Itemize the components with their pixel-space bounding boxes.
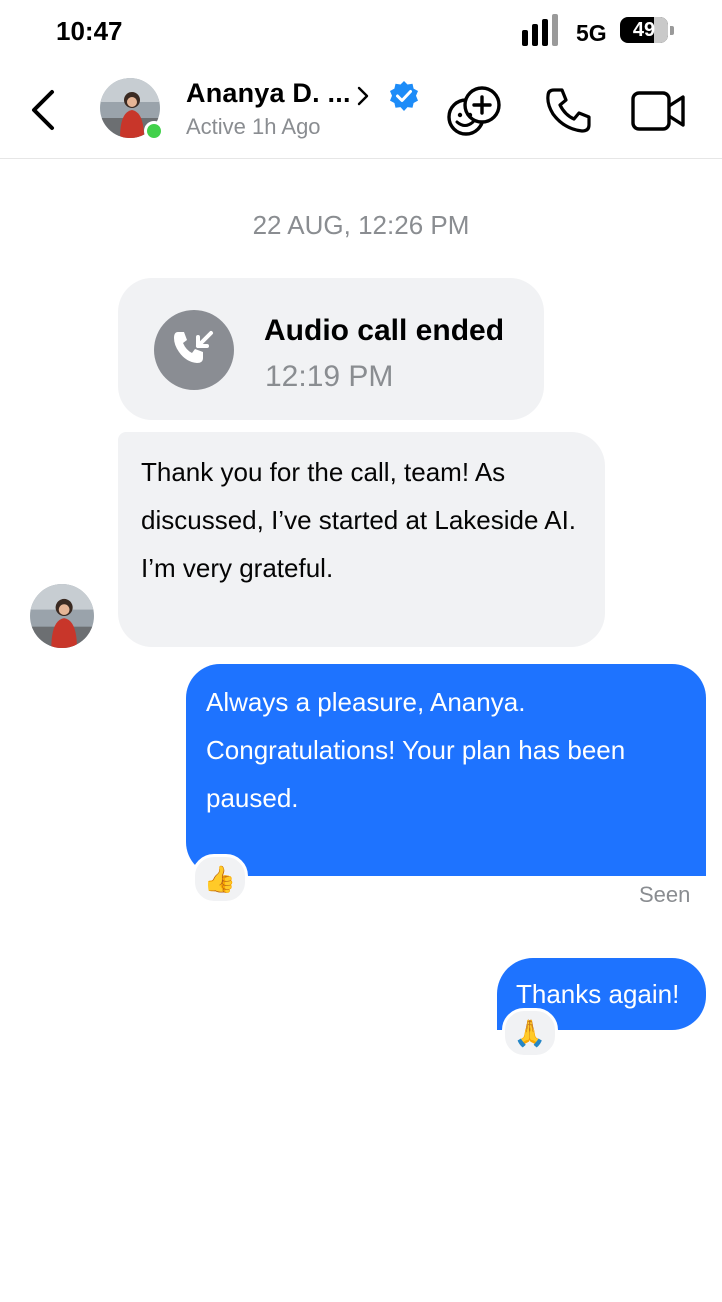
battery-level: 49 (632, 19, 656, 41)
chevron-right-icon[interactable] (354, 84, 372, 108)
phone-icon[interactable] (544, 86, 592, 134)
call-time: 12:19 PM (265, 360, 394, 393)
sticker-add-icon[interactable] (444, 84, 504, 138)
verified-icon (390, 81, 418, 111)
message-text: Always a pleasure, Ananya. Congratulatio… (206, 687, 626, 813)
battery-icon: 49 (620, 17, 668, 43)
network-label: 5G (576, 20, 607, 46)
online-indicator (144, 121, 164, 141)
presence-status: Active 1h Ago (186, 114, 321, 139)
video-icon[interactable] (630, 88, 686, 134)
call-title: Audio call ended (264, 314, 505, 347)
message-text: Thank you for the call, team! As discuss… (141, 457, 577, 583)
call-icon-circle (154, 310, 234, 390)
message-text: Thanks again! (516, 979, 680, 1009)
status-time: 10:47 (56, 16, 123, 46)
thread-date: 22 AUG, 12:26 PM (252, 210, 470, 240)
signal-icon (522, 14, 566, 46)
contact-name[interactable]: Ananya D. ... (186, 78, 351, 109)
pray-reaction[interactable]: 🙏 (502, 1008, 558, 1058)
incoming-call-icon (174, 331, 213, 363)
sender-avatar[interactable] (30, 584, 94, 648)
back-icon[interactable] (28, 88, 62, 132)
read-receipt: Seen (639, 882, 691, 907)
battery-tip (670, 26, 674, 35)
thumbs-up-reaction[interactable]: 👍 (192, 854, 248, 904)
